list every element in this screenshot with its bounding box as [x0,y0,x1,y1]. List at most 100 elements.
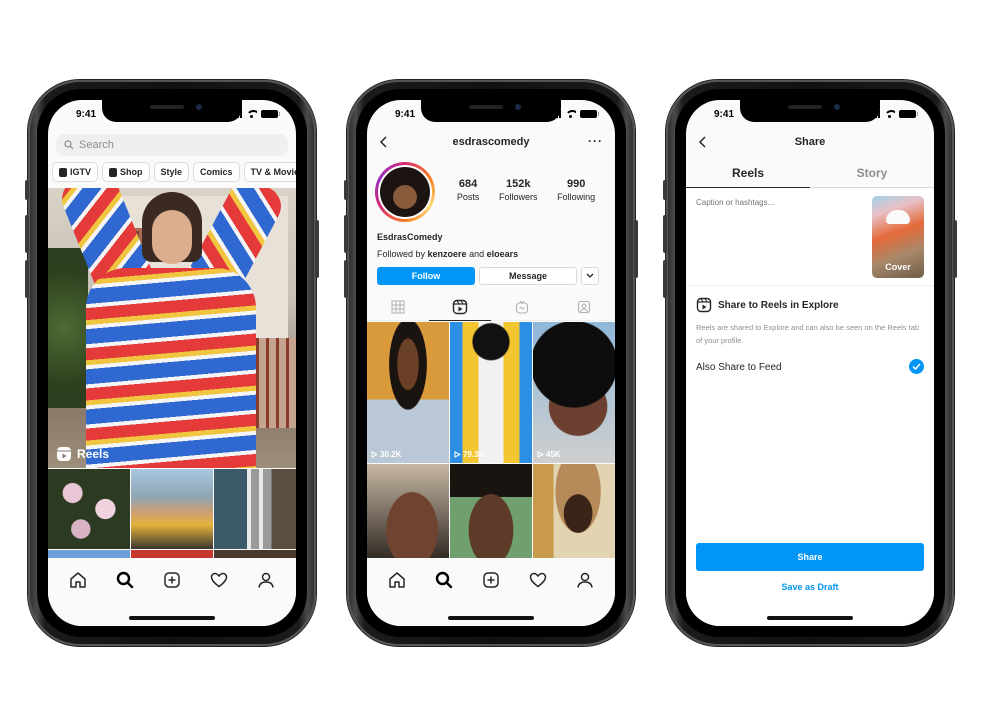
also-share-to-feed-label: Also Share to Feed [696,362,782,373]
follower-link[interactable]: eloears [487,249,519,259]
nav-home[interactable] [385,568,409,592]
stat-value: 152k [505,178,531,190]
tab-tagged[interactable] [553,293,615,320]
search-placeholder: Search [79,139,114,151]
followed-by-text: Followed by kenzoere and eloears [377,249,518,259]
followed-by-prefix: Followed by [377,249,426,259]
home-indicator[interactable] [129,616,215,620]
status-time: 9:41 [76,109,97,120]
stat-value: 990 [566,178,586,190]
play-icon [537,451,544,458]
nav-create[interactable] [479,568,503,592]
phone-explore: 9:41 Search IGTV Shop Style Comics TV & … [25,80,319,646]
reel-thumbnail[interactable]: 45K [533,322,615,463]
mute-switch [663,180,667,200]
volume-up-button [344,215,348,253]
explore-description: Reels are shared to Explore and can also… [696,323,920,345]
chip-shop[interactable]: Shop [102,162,150,182]
divider [686,285,934,286]
stat-following[interactable]: 990 Following [557,178,595,202]
shop-bag-icon [109,167,118,177]
chip-label: Comics [200,167,233,177]
volume-up-button [663,215,667,253]
chip-igtv[interactable]: IGTV [52,162,99,182]
nav-activity[interactable] [526,568,550,592]
cover-thumbnail[interactable]: Cover [872,196,924,278]
volume-down-button [663,260,667,298]
cover-label: Cover [885,262,911,272]
also-share-to-feed-checkbox[interactable] [909,359,924,374]
add-post-icon [483,572,499,588]
nav-activity[interactable] [207,568,231,592]
grid-icon [391,300,405,313]
phone-share: 9:41 Share Reels Story Cover Share to Re… [663,80,957,646]
heart-icon [210,572,228,588]
igtv-icon [59,167,67,177]
reel-thumbnail[interactable]: 30.2K [367,322,449,463]
share-header: Share [686,130,934,156]
chip-tv-movies[interactable]: TV & Movies [243,162,296,182]
nav-create[interactable] [160,568,184,592]
reel-thumbnail[interactable]: 79.3K [450,322,532,463]
message-button[interactable]: Message [479,267,577,285]
wifi-icon [884,110,895,118]
share-screen: 9:41 Share Reels Story Cover Share to Re… [686,100,934,626]
nav-search[interactable] [432,568,456,592]
search-icon [116,571,133,589]
follower-link[interactable]: kenzoere [428,249,467,259]
share-button[interactable]: Share [696,543,924,571]
tab-story[interactable]: Story [810,158,934,187]
power-button [634,220,638,278]
profile-avatar[interactable] [375,162,435,222]
battery-icon [580,110,599,118]
tab-reels[interactable]: Reels [686,158,810,188]
home-indicator[interactable] [448,616,534,620]
nav-home[interactable] [66,568,90,592]
stat-followers[interactable]: 152k Followers [499,178,538,202]
volume-up-button [25,215,29,253]
igtv-icon [515,300,529,314]
status-time: 9:41 [395,109,416,120]
explore-post[interactable] [214,469,296,549]
featured-reel[interactable]: Reels [48,188,296,468]
nav-profile[interactable] [573,568,597,592]
follow-button[interactable]: Follow [377,267,475,285]
explore-post[interactable] [48,469,130,549]
reels-badge: Reels [56,446,109,462]
explore-post[interactable] [131,469,213,549]
battery-icon [261,110,280,118]
stat-posts[interactable]: 684 Posts [457,178,480,202]
mute-switch [25,180,29,200]
wifi-icon [246,110,257,118]
search-icon [64,140,74,150]
profile-actions: Follow Message [377,267,605,285]
wifi-icon [565,110,576,118]
profile-stats: 684 Posts 152k Followers 990 Following [447,178,605,202]
more-options-icon[interactable]: ··· [588,134,603,148]
save-as-draft-button[interactable]: Save as Draft [686,582,934,592]
tab-grid[interactable] [367,293,429,320]
power-button [953,220,957,278]
chip-label: Shop [120,167,143,177]
explore-grid [48,469,296,570]
suggested-dropdown-button[interactable] [581,267,599,285]
home-indicator[interactable] [767,616,853,620]
reels-icon [696,297,712,313]
add-post-icon [164,572,180,588]
chip-style[interactable]: Style [153,162,190,182]
tab-reels[interactable] [429,293,491,321]
caption-input[interactable] [696,198,856,207]
nav-search[interactable] [113,568,137,592]
search-input[interactable]: Search [56,134,288,156]
chip-comics[interactable]: Comics [193,162,240,182]
profile-username: esdrascomedy [452,136,530,148]
reels-label: Reels [77,447,110,461]
search-icon [435,571,452,589]
home-icon [69,572,86,588]
play-icon [371,451,378,458]
nav-profile[interactable] [254,568,278,592]
stat-value: 684 [458,178,478,190]
share-destination-tabs: Reels Story [686,158,934,188]
profile-icon [577,572,594,588]
tab-igtv[interactable] [491,293,553,320]
